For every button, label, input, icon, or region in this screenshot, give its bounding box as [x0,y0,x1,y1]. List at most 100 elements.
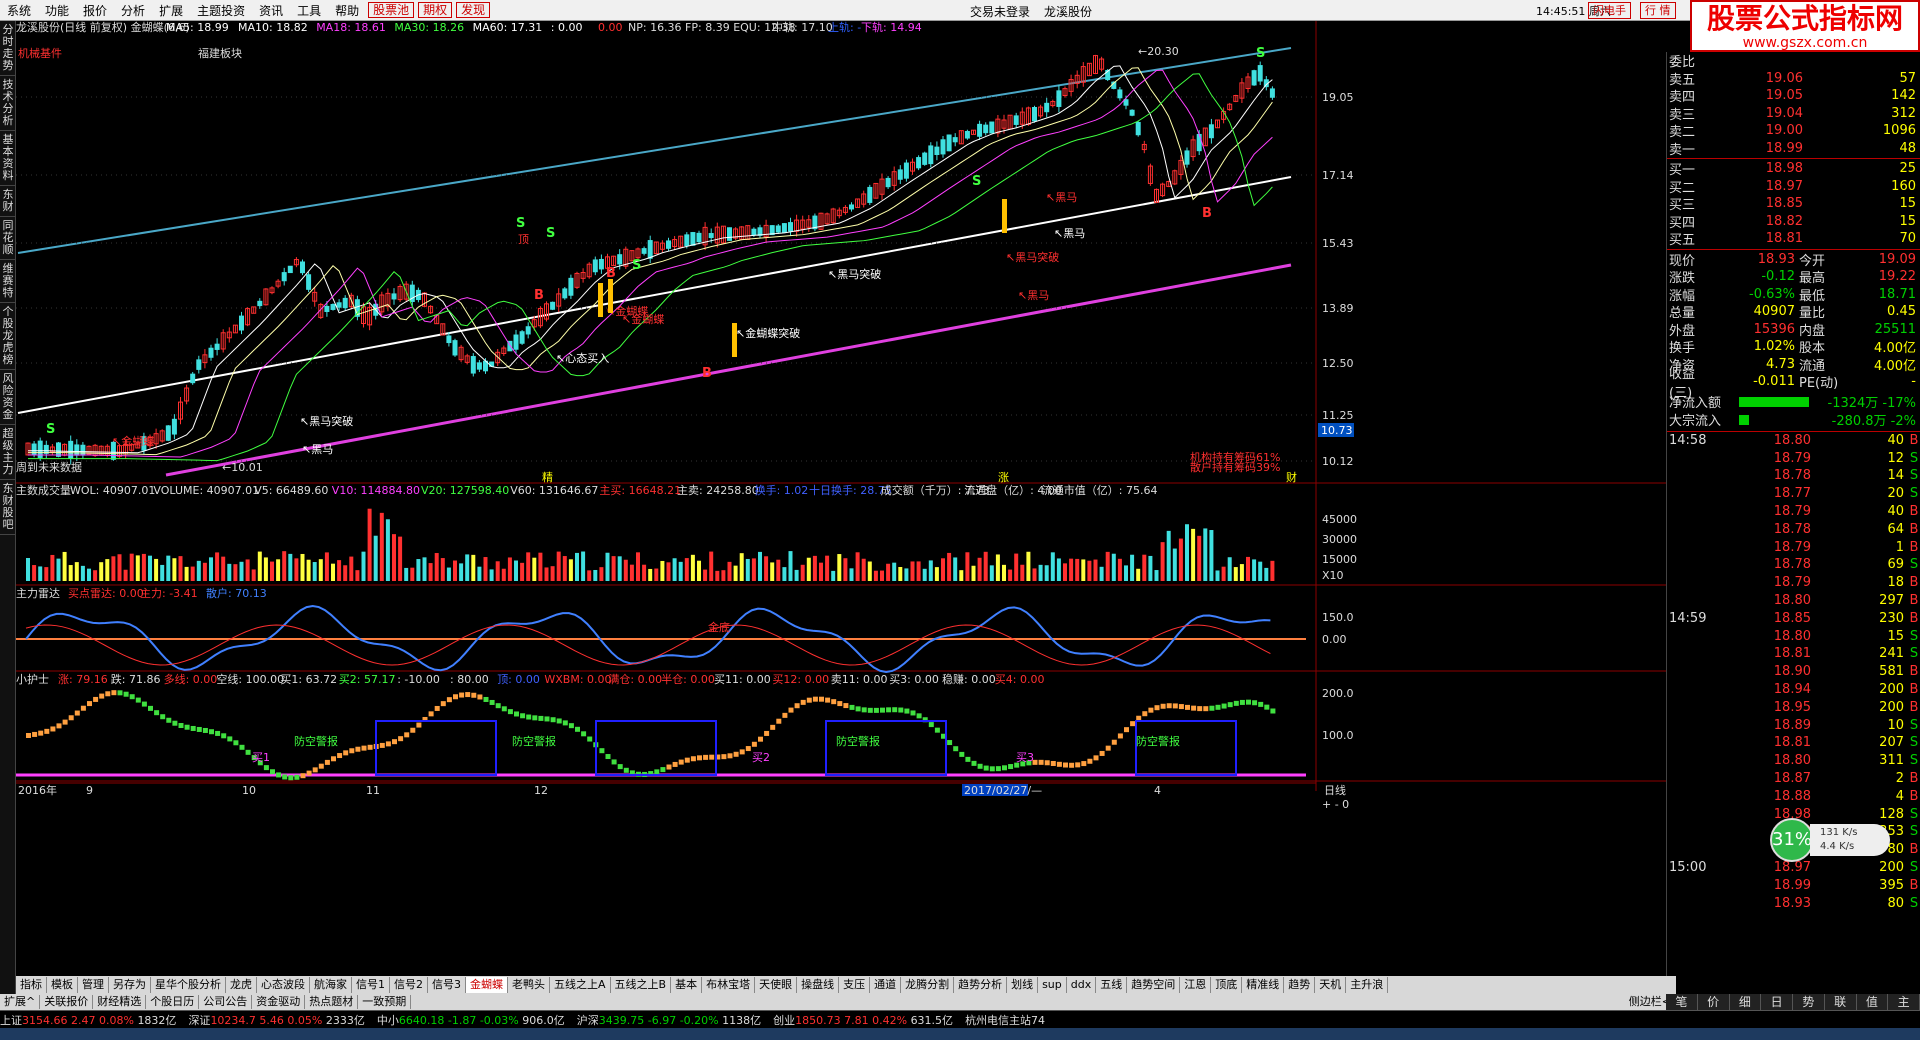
left-tab-5[interactable]: 维赛特 [0,260,16,303]
indicator-tab-9[interactable]: 信号2 [390,977,428,993]
kline-chart-area[interactable]: 龙溪股份(日线 前复权) 金蝴蝶(6,6) MA5: 18.99 MA10: 18.… [16,21,1666,976]
indicator-tab-12[interactable]: 老鸭头 [508,977,550,993]
indicator-tab-27[interactable]: 趋势空间 [1127,977,1181,993]
sell-level-2[interactable]: 卖二 19.00 1096 [1667,122,1920,140]
indicator-tab-2[interactable]: 管理 [78,977,109,993]
info-tab-3[interactable]: 个股日历 [146,995,200,1009]
left-tab-7[interactable]: 风险资金 [0,370,16,425]
info-tab-1[interactable]: 关联报价 [40,995,94,1009]
left-tab-4[interactable]: 同花顺 [0,217,16,260]
indicator-tab-3[interactable]: 另存为 [109,977,151,993]
login-status[interactable]: 交易未登录 [970,5,1030,19]
quote-tab-4[interactable]: 势 [1793,994,1825,1010]
menu-item-2[interactable]: 报价 [76,2,114,19]
indicator-tab-19[interactable]: 支压 [839,977,871,993]
event-marker-1[interactable]: 涨 [998,471,1009,484]
buy-level-1[interactable]: 买一 18.98 25 [1667,160,1920,178]
info-tab-2[interactable]: 财经精选 [93,995,147,1009]
menu-red-item-1[interactable]: 期权 [418,2,453,18]
buy-level-5[interactable]: 买五 18.81 70 [1667,230,1920,248]
indicator-tab-4[interactable]: 星华个股分析 [151,977,226,993]
left-tab-0[interactable]: 分时走势 [0,21,16,76]
menu-item-4[interactable]: 扩展 [152,2,190,19]
buy-level-4[interactable]: 买四 18.82 15 [1667,213,1920,231]
chart-canvas[interactable]: 龙溪股份(日线 前复权) 金蝴蝶(6,6)MA5: 18.99 MA10: 18.… [16,21,1666,976]
indicator-tab-14[interactable]: 五线之上B [611,977,672,993]
indicator-tab-21[interactable]: 龙腾分割 [901,977,955,993]
menu-item-3[interactable]: 分析 [114,2,152,19]
buy-level-3[interactable]: 买三 18.85 15 [1667,195,1920,213]
sell-level-4[interactable]: 卖四 19.05 142 [1667,87,1920,105]
indicator-tab-20[interactable]: 通道 [870,977,902,993]
info-tab-0[interactable]: 扩展^ [0,995,41,1009]
sell-level-1[interactable]: 卖一 18.99 48 [1667,140,1920,158]
left-tab-8[interactable]: 超级主力 [0,425,16,480]
sector-2[interactable]: 福建板块 [198,46,242,60]
buy-level-2[interactable]: 买二 18.97 160 [1667,178,1920,196]
indicator-tab-8[interactable]: 信号1 [352,977,390,993]
left-tab-1[interactable]: 技术分析 [0,76,16,131]
menu-item-8[interactable]: 帮助 [328,2,366,19]
sector-1[interactable]: 机械基件 [18,46,62,60]
indicator-tab-17[interactable]: 天使眼 [755,977,798,993]
index-1[interactable]: 深证10234.7 5.46 0.05% 2333亿 [188,1012,364,1028]
indicator-tab-1[interactable]: 模板 [47,977,78,993]
quote-tab-3[interactable]: 日 [1761,994,1793,1010]
indicator-tab-23[interactable]: 划线 [1007,977,1039,993]
menu-red-item-0[interactable]: 股票池 [368,2,415,18]
indicator-tab-10[interactable]: 信号3 [428,977,466,993]
flash-trade-button[interactable]: 闪电手 [1588,2,1631,19]
menu-item-7[interactable]: 工具 [290,2,328,19]
index-2[interactable]: 中小6640.18 -1.87 -0.03% 906.0亿 [377,1012,565,1028]
menu-red-item-2[interactable]: 发现 [456,2,491,18]
indicator-tab-24[interactable]: sup [1038,977,1067,993]
indicator-tab-7[interactable]: 航海家 [310,977,352,993]
quote-tab-1[interactable]: 价 [1698,994,1730,1010]
menu-item-6[interactable]: 资讯 [252,2,290,19]
indicator-tab-5[interactable]: 龙虎 [226,977,257,993]
indicator-tab-6[interactable]: 心态波段 [257,977,310,993]
indicator-tab-11[interactable]: 金蝴蝶 [466,977,508,993]
info-tab-7[interactable]: 一致预期 [358,995,412,1009]
quote-tab-5[interactable]: 联 [1825,994,1857,1010]
indicator-tab-13[interactable]: 五线之上A [550,977,611,993]
quote-tab-0[interactable]: 笔 [1666,994,1698,1010]
info-tab-4[interactable]: 公司公告 [199,995,253,1009]
indicator-tab-30[interactable]: 精准线 [1242,977,1285,993]
index-3[interactable]: 沪深3439.75 -6.97 -0.20% 1138亿 [577,1012,761,1028]
indicator-tab-0[interactable]: 指标 [16,977,47,993]
left-tab-9[interactable]: 东财股吧 [0,480,16,535]
indicator-tab-33[interactable]: 主升浪 [1346,977,1389,993]
info-tab-6[interactable]: 热点题材 [305,995,359,1009]
indicator-tab-26[interactable]: 五线 [1096,977,1128,993]
left-tab-6[interactable]: 个股龙虎榜 [0,303,16,370]
quote-tab-6[interactable]: 值 [1857,994,1889,1010]
index-0[interactable]: 上证3154.66 2.47 0.08% 1832亿 [0,1012,176,1028]
period-label[interactable]: 日线 [1324,783,1346,797]
indicator-tab-25[interactable]: ddx [1067,977,1097,993]
indicator-tab-29[interactable]: 顶底 [1211,977,1243,993]
menu-item-1[interactable]: 功能 [38,2,76,19]
index-4[interactable]: 创业1850.73 7.81 0.42% 631.5亿 [773,1012,953,1028]
indicator-tab-15[interactable]: 基本 [671,977,703,993]
indicator-tab-16[interactable]: 布林宝塔 [702,977,756,993]
menu-item-0[interactable]: 系统 [0,2,38,19]
left-tab-2[interactable]: 基本资料 [0,131,16,186]
indicator-tab-32[interactable]: 天机 [1315,977,1347,993]
indicator-tab-18[interactable]: 操盘线 [797,977,840,993]
volume-bar [477,566,482,581]
info-tab-5[interactable]: 资金驱动 [252,995,306,1009]
indicator-tab-22[interactable]: 趋势分析 [954,977,1008,993]
event-marker-2[interactable]: 财 [1286,470,1297,484]
indicator-tab-28[interactable]: 江恩 [1180,977,1212,993]
quote-tab-7[interactable]: 主 [1888,994,1920,1010]
sell-level-3[interactable]: 卖三 19.04 312 [1667,105,1920,123]
sell-level-5[interactable]: 卖五 19.06 57 [1667,70,1920,88]
quote-button[interactable]: 行 情 [1640,2,1676,19]
event-marker-0[interactable]: 精 [542,471,553,484]
zoom-controls[interactable]: + - 0 [1322,798,1349,811]
menu-item-5[interactable]: 主题投资 [190,2,252,19]
indicator-tab-31[interactable]: 趋势 [1284,977,1316,993]
left-tab-3[interactable]: 东财 [0,186,16,217]
quote-tab-2[interactable]: 细 [1730,994,1762,1010]
